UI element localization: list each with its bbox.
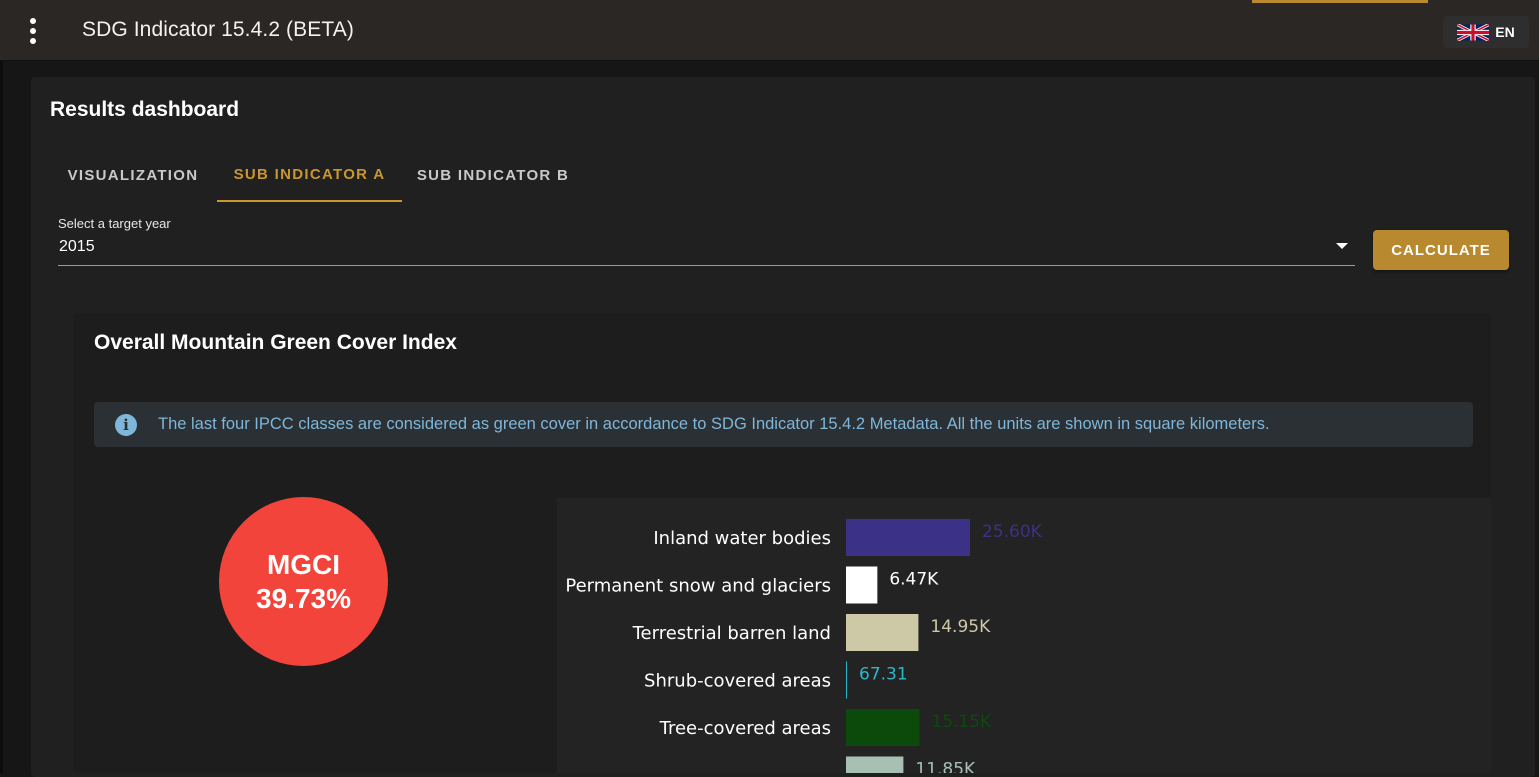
year-select[interactable]: 2015 <box>58 234 1355 266</box>
chart-value-label: 67.31 <box>859 665 908 685</box>
uk-flag-icon <box>1457 23 1490 41</box>
chart-category-label: Shrub-covered areas <box>644 671 831 692</box>
page-title: Results dashboard <box>50 98 240 121</box>
chart-bar[interactable] <box>846 661 847 699</box>
land-cover-chart: Inland water bodies 25.60K Permanent snow … <box>557 498 1491 773</box>
chart-bar[interactable] <box>846 519 970 556</box>
year-select-label: Select a target year <box>58 216 171 231</box>
panel-title: Overall Mountain Green Cover Index <box>94 331 457 354</box>
chart-bar[interactable] <box>846 614 919 651</box>
bar-chart-svg: Inland water bodies 25.60K Permanent snow … <box>565 519 1043 774</box>
language-code: EN <box>1495 24 1515 40</box>
calculate-button[interactable]: CALCULATE <box>1373 230 1509 270</box>
tab-sub-indicator-a[interactable]: SUB INDICATOR A <box>217 148 402 202</box>
chart-bar[interactable] <box>846 756 904 774</box>
mgci-label: MGCI <box>266 548 341 580</box>
chart-category-label: Inland water bodies <box>653 528 831 549</box>
chart-bar[interactable] <box>846 709 920 746</box>
info-text: The last four IPCC classes are considere… <box>158 415 1270 433</box>
chart-value-label: 14.95K <box>930 617 991 637</box>
dropdown-arrow-icon[interactable] <box>1336 243 1348 249</box>
tab-visualization[interactable]: VISUALIZATION <box>50 148 216 202</box>
more-vert-icon[interactable] <box>18 16 48 46</box>
chart-value-label: 25.60K <box>982 522 1043 542</box>
chart-value-label: 6.47K <box>889 570 939 590</box>
app-title: SDG Indicator 15.4.2 (BETA) <box>82 18 354 41</box>
active-indicator <box>1252 0 1428 3</box>
chart-category-label: Terrestrial barren land <box>632 623 831 644</box>
mgci-value: 39.73% <box>256 582 351 614</box>
chart-bar[interactable] <box>846 566 878 604</box>
language-button[interactable]: EN <box>1443 16 1529 48</box>
tab-sub-indicator-b[interactable]: SUB INDICATOR B <box>402 148 584 202</box>
chart-category-label: Tree-covered areas <box>659 718 831 739</box>
app-bar: SDG Indicator 15.4.2 (BETA) EN <box>0 0 1539 61</box>
mgci-circle: MGCI 39.73% <box>219 497 388 666</box>
left-edge <box>0 61 3 773</box>
chart-value-label: 15.15K <box>931 712 992 732</box>
info-icon: i <box>115 414 137 436</box>
info-alert: i The last four IPCC classes are conside… <box>94 402 1473 447</box>
year-select-value: 2015 <box>59 238 95 255</box>
chart-value-label: 11.85K <box>915 760 976 774</box>
chart-category-label: Permanent snow and glaciers <box>565 576 831 597</box>
